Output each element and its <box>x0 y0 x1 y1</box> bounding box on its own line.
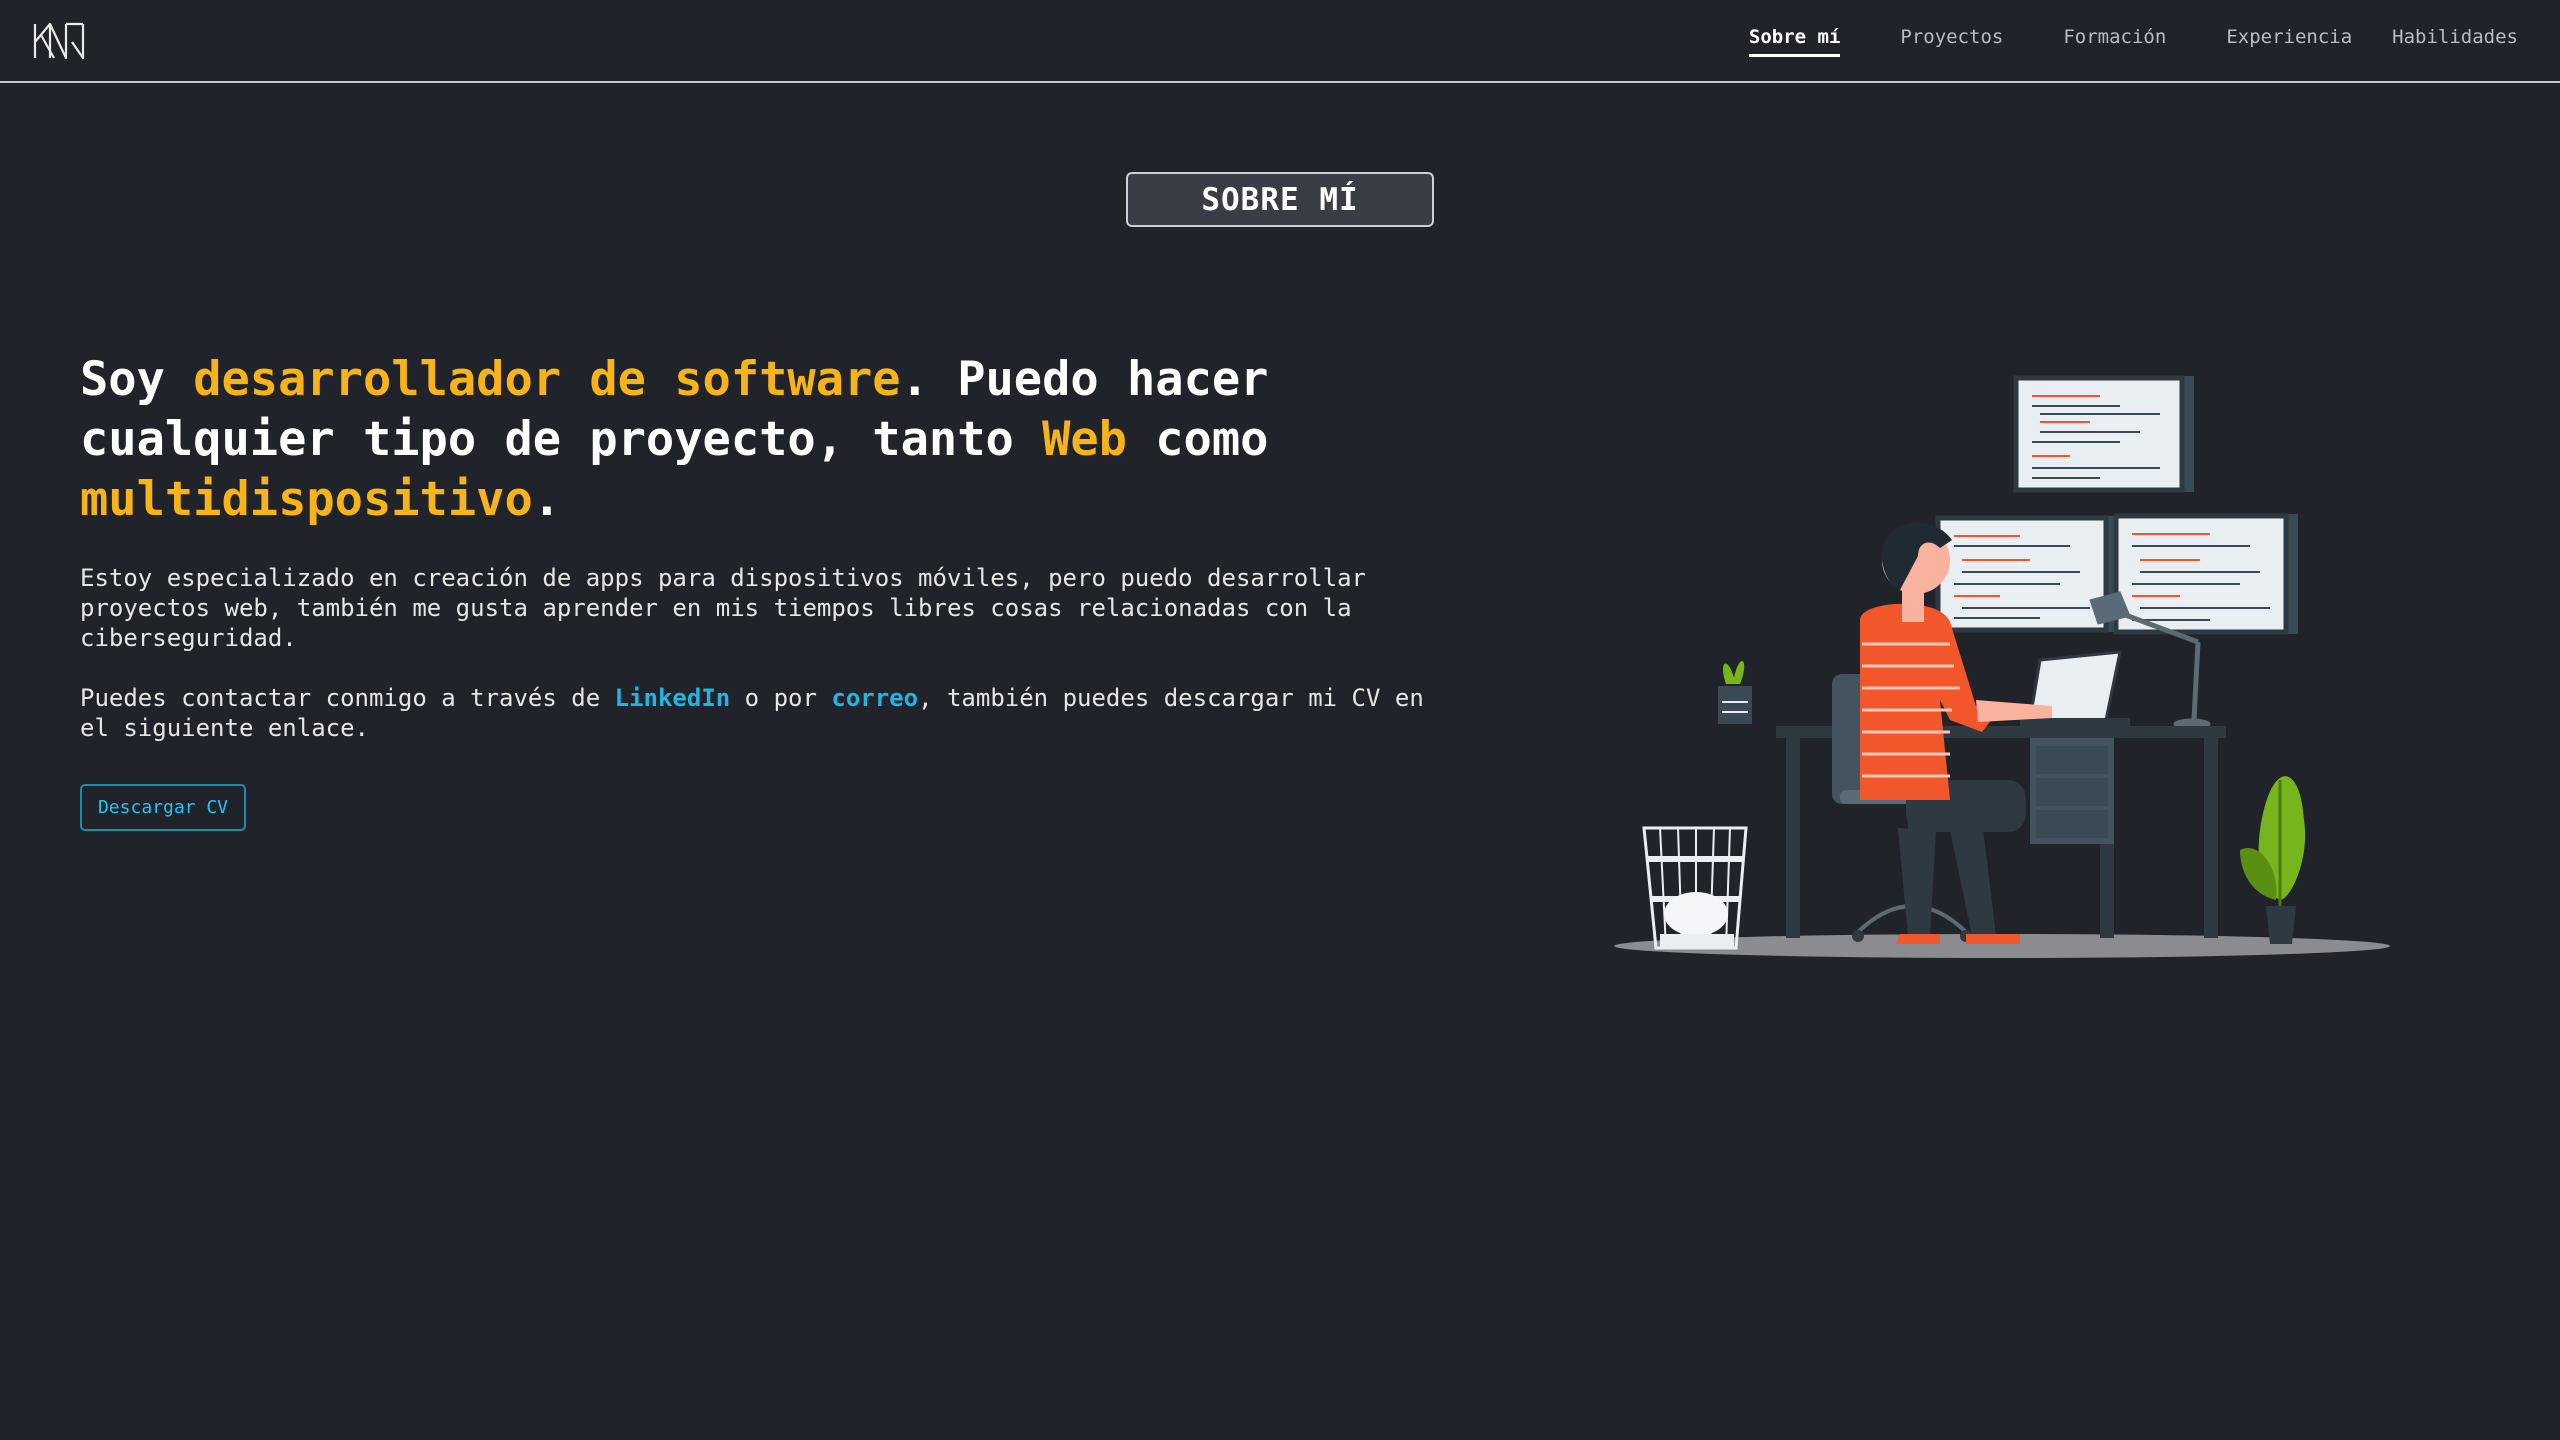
desk-plant <box>1718 661 1752 724</box>
nav-item-habilidades[interactable]: Habilidades <box>2392 26 2518 57</box>
nav-item-proyectos[interactable]: Proyectos <box>1900 26 2003 57</box>
monitor-right <box>2113 513 2298 635</box>
headline-highlight-software: desarrollador de software <box>193 352 901 407</box>
download-cv-button[interactable]: Descargar CV <box>80 784 246 831</box>
top-navigation-bar: Sobre mí Proyectos Formación Experiencia… <box>0 0 2560 83</box>
headline-text: . <box>532 472 562 527</box>
contact-text: Puedes contactar conmigo a través de <box>80 684 615 712</box>
email-link[interactable]: correo <box>831 684 918 712</box>
floor-plant <box>2240 776 2306 944</box>
waste-bin <box>1642 826 1748 950</box>
linkedin-link[interactable]: LinkedIn <box>615 684 731 712</box>
section-title-badge: SOBRE MÍ <box>1126 172 1434 227</box>
monitor-left <box>1935 515 2116 633</box>
developer-at-desk-illustration <box>1614 375 2390 958</box>
nav-item-formacion[interactable]: Formación <box>2063 26 2166 57</box>
headline-highlight-web: Web <box>1042 412 1127 467</box>
contact-paragraph: Puedes contactar conmigo a través de Lin… <box>80 683 1460 743</box>
monitor-top <box>2013 375 2194 493</box>
main-nav: Sobre mí Proyectos Formación Experiencia… <box>1689 26 2518 57</box>
headline-text: Soy <box>80 352 194 407</box>
logo-icon[interactable] <box>32 20 86 62</box>
nav-item-sobre-mi[interactable]: Sobre mí <box>1748 26 1841 57</box>
headline-text: como <box>1126 412 1269 467</box>
hero-headline: Soy desarrollador de software. Puedo hac… <box>80 350 1380 530</box>
headline-highlight-multidevice: multidispositivo <box>80 472 533 527</box>
nav-item-experiencia[interactable]: Experiencia <box>2226 26 2352 57</box>
intro-paragraph: Estoy especializado en creación de apps … <box>80 564 1366 652</box>
contact-text: o por <box>730 684 832 712</box>
